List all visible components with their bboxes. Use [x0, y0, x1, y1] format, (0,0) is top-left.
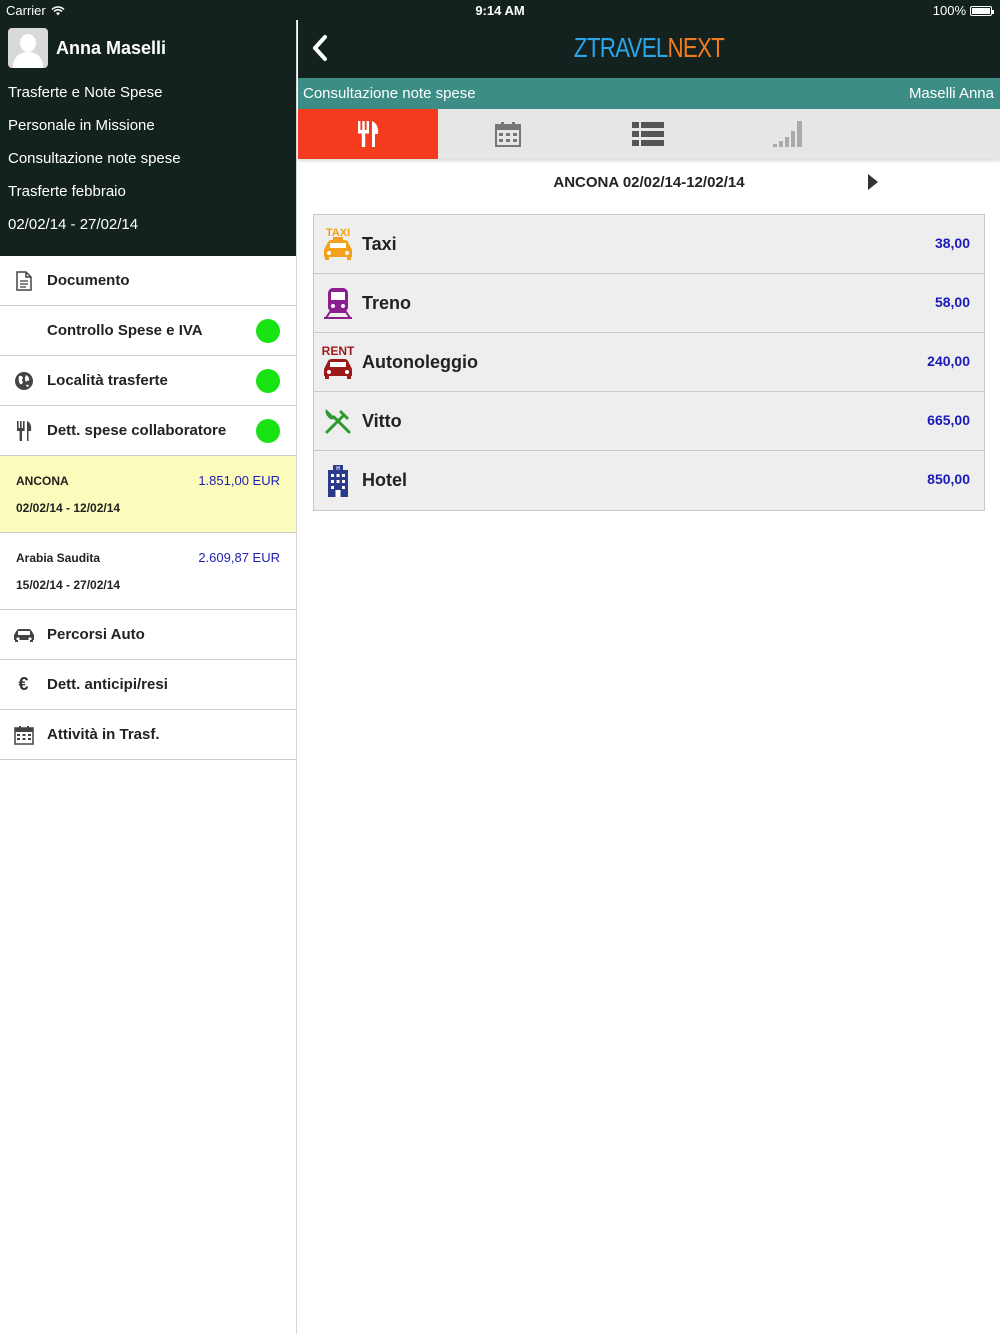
view-tabs	[298, 109, 1000, 159]
trip-amount: 2.609,87 EUR	[198, 550, 280, 565]
euro-icon: €	[18, 674, 29, 694]
next-period-arrow-icon[interactable]	[868, 174, 878, 190]
expense-label: Hotel	[362, 470, 407, 490]
tab-categories[interactable]	[298, 109, 438, 159]
context-info: Trasferte e Note Spese Personale in Miss…	[0, 76, 296, 241]
expense-label: Taxi	[362, 233, 397, 254]
battery-percent: 100%	[932, 3, 966, 18]
expense-label: Vitto	[362, 410, 402, 431]
expense-row-hotel[interactable]: H Hotel 850,00	[314, 451, 984, 510]
logo-text-left: ZTRAVEL	[573, 32, 668, 63]
status-bar: Carrier 9:14 AM 100%	[0, 0, 1000, 20]
profile[interactable]: Anna Maselli	[0, 20, 296, 76]
status-ok-indicator	[256, 419, 280, 443]
rent-icon-text: RENT	[322, 344, 355, 358]
sidebar-item-anticipi[interactable]: € Dett. anticipi/resi	[0, 660, 296, 710]
context-period-name: Trasferte febbraio	[8, 183, 126, 200]
sidebar-item-localita[interactable]: Località trasferte	[0, 356, 296, 406]
sidebar: Anna Maselli Trasferte e Note Spese Pers…	[0, 20, 297, 1334]
expense-row-autonoleggio[interactable]: RENT Autonoleggio 240,00	[314, 333, 984, 392]
sidebar-item-label: Documento	[47, 272, 130, 289]
sidebar-item-label: Controllo Spese e IVA	[47, 322, 203, 339]
expense-row-taxi[interactable]: TAXI Taxi 38,00	[314, 215, 984, 274]
nav-bar: ZTRAVELNEXT	[298, 20, 1000, 78]
avatar	[8, 28, 48, 68]
fork-knife-icon	[0, 420, 47, 442]
battery-icon	[970, 5, 994, 16]
taxi-icon: TAXI	[314, 226, 362, 262]
tab-list[interactable]	[578, 109, 718, 159]
trip-amount: 1.851,00 EUR	[198, 473, 280, 488]
period-label: ANCONA 02/02/14-12/02/14	[553, 173, 745, 191]
car-icon	[0, 627, 47, 643]
sidebar-item-controllo-spese[interactable]: Controllo Spese e IVA	[0, 306, 296, 356]
trip-dates: 02/02/14 - 12/02/14	[16, 501, 121, 515]
calendar-icon	[0, 725, 47, 745]
expense-row-vitto[interactable]: Vitto 665,00	[314, 392, 984, 451]
context-module: Trasferte e Note Spese	[8, 84, 163, 101]
user-name: Maselli Anna	[908, 85, 994, 102]
calendar-icon	[495, 122, 521, 147]
trip-name: ANCONA	[16, 474, 69, 488]
trip-dates: 15/02/14 - 27/02/14	[16, 578, 121, 592]
main-panel: ZTRAVELNEXT Consultazione note spese Mas…	[298, 20, 1000, 1334]
svg-text:H: H	[336, 466, 340, 472]
sidebar-item-label: Attività in Trasf.	[47, 726, 160, 743]
tab-chart[interactable]	[718, 109, 858, 159]
period-header: ANCONA 02/02/14-12/02/14	[298, 159, 1000, 205]
sidebar-item-label: Percorsi Auto	[47, 626, 145, 643]
expense-amount: 240,00	[927, 353, 970, 369]
expense-label: Treno	[362, 292, 412, 313]
sidebar-item-label: Dett. spese collaboratore	[47, 422, 227, 439]
context-view: Consultazione note spese	[8, 150, 181, 167]
expense-label: Autonoleggio	[362, 351, 478, 372]
expense-amount: 38,00	[934, 235, 970, 251]
app-logo: ZTRAVELNEXT	[368, 32, 930, 64]
expense-list: TAXI Taxi 38,00 Treno 58,00 RENT Autonol…	[313, 214, 985, 511]
document-icon	[0, 270, 47, 291]
clock: 9:14 AM	[475, 3, 525, 18]
page-title: Consultazione note spese	[303, 85, 476, 102]
hotel-icon: H	[314, 464, 362, 498]
expense-amount: 665,00	[927, 412, 970, 428]
sidebar-header: Anna Maselli Trasferte e Note Spese Pers…	[0, 20, 296, 256]
fork-knife-icon	[314, 405, 362, 437]
sidebar-item-label: Località trasferte	[47, 372, 168, 389]
trip-name: Arabia Saudita	[16, 551, 101, 565]
logo-text-right: NEXT	[667, 32, 725, 63]
tab-calendar[interactable]	[438, 109, 578, 159]
battery-indicator: 100%	[932, 3, 994, 18]
context-period-dates: 02/02/14 - 27/02/14	[8, 216, 139, 233]
fork-knife-icon	[358, 121, 379, 147]
sidebar-item-label: Dett. anticipi/resi	[47, 676, 168, 693]
sidebar-item-percorsi-auto[interactable]: Percorsi Auto	[0, 610, 296, 660]
expense-row-treno[interactable]: Treno 58,00	[314, 274, 984, 333]
sidebar-item-documento[interactable]: Documento	[0, 256, 296, 306]
trip-item-ancona[interactable]: ANCONA 1.851,00 EUR 02/02/14 - 12/02/14	[0, 456, 296, 533]
status-ok-indicator	[256, 319, 280, 343]
chevron-left-icon	[313, 35, 327, 61]
context-section: Personale in Missione	[8, 117, 155, 134]
profile-name: Anna Maselli	[56, 37, 167, 58]
signal-chart-icon	[773, 121, 802, 147]
globe-icon	[0, 371, 47, 391]
expense-amount: 58,00	[934, 294, 970, 310]
sidebar-menu: Documento Controllo Spese e IVA Località…	[0, 256, 296, 760]
sidebar-item-attivita[interactable]: Attività in Trasf.	[0, 710, 296, 760]
back-button[interactable]	[310, 34, 330, 67]
sub-header: Consultazione note spese Maselli Anna	[298, 78, 1000, 109]
trip-item-arabia-saudita[interactable]: Arabia Saudita 2.609,87 EUR 15/02/14 - 2…	[0, 533, 296, 610]
expense-amount: 850,00	[927, 471, 970, 487]
train-icon	[314, 286, 362, 320]
status-ok-indicator	[256, 369, 280, 393]
list-icon	[632, 122, 664, 146]
rent-car-icon: RENT	[314, 344, 362, 380]
sidebar-item-dett-spese[interactable]: Dett. spese collaboratore	[0, 406, 296, 456]
